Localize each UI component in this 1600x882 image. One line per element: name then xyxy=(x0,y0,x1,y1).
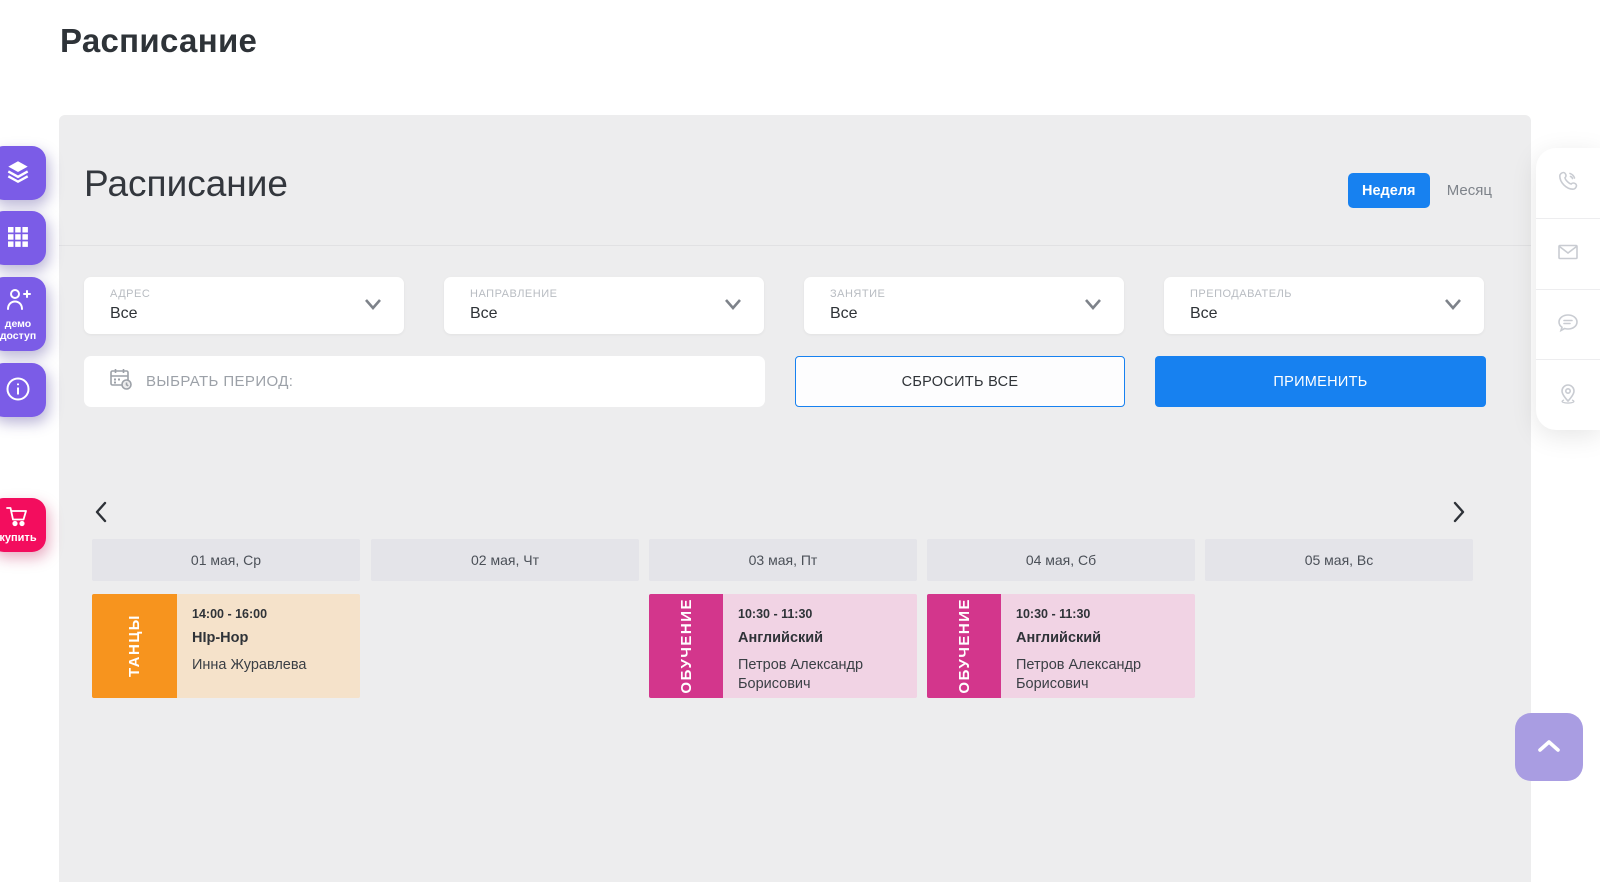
demo-access-label: демо доступ xyxy=(0,318,46,342)
demo-access-button[interactable]: демо доступ xyxy=(0,277,46,351)
period-input[interactable] xyxy=(146,373,706,390)
chat-icon xyxy=(1555,310,1581,339)
next-week-button[interactable] xyxy=(1445,498,1473,526)
event-title: Английский xyxy=(1016,630,1187,646)
event-title: HIp-Hop xyxy=(192,630,352,646)
phone-icon xyxy=(1555,168,1581,197)
filter-class[interactable]: ЗАНЯТИЕ Все xyxy=(804,277,1124,334)
card-header: Расписание Неделя Месяц xyxy=(59,115,1531,246)
apply-button[interactable]: ПРИМЕНИТЬ xyxy=(1155,356,1486,407)
period-field[interactable] xyxy=(84,356,765,407)
person-add-icon xyxy=(3,286,33,315)
chevron-down-icon xyxy=(724,297,742,316)
buy-button[interactable]: купить xyxy=(0,498,46,552)
layers-icon xyxy=(4,158,32,189)
page-title: Расписание xyxy=(60,22,257,60)
phone-contact-button[interactable] xyxy=(1536,148,1600,219)
filter-label: НАПРАВЛЕНИЕ xyxy=(470,288,557,300)
day-header: 03 мая, Пт xyxy=(649,539,917,581)
buy-label: купить xyxy=(0,532,37,544)
event-category-strip: ТАНЦЫ xyxy=(92,594,177,698)
day-header: 02 мая, Чт xyxy=(371,539,639,581)
cart-icon xyxy=(5,506,31,531)
day-header: 04 мая, Сб xyxy=(927,539,1195,581)
event-card[interactable]: ОБУЧЕНИЕ 10:30 - 11:30 Английский Петров… xyxy=(649,594,917,698)
day-header: 01 мая, Ср xyxy=(92,539,360,581)
prev-week-button[interactable] xyxy=(87,498,115,526)
filter-label: ПРЕПОДАВАТЕЛЬ xyxy=(1190,288,1292,300)
schedule-card: Расписание Неделя Месяц АДРЕС Все НАПРАВ… xyxy=(59,115,1531,882)
filter-value: Все xyxy=(110,305,138,323)
info-button[interactable] xyxy=(0,363,46,417)
filter-value: Все xyxy=(470,305,498,323)
chat-contact-button[interactable] xyxy=(1536,290,1600,361)
filter-label: ЗАНЯТИЕ xyxy=(830,288,885,300)
mail-icon xyxy=(1555,239,1581,268)
filter-address[interactable]: АДРЕС Все xyxy=(84,277,404,334)
calendar-week-view: 01 мая, Ср 02 мая, Чт 03 мая, Пт 04 мая,… xyxy=(59,456,1531,882)
event-category: ОБУЧЕНИЕ xyxy=(956,598,973,694)
event-category: ОБУЧЕНИЕ xyxy=(678,598,695,694)
chevron-up-icon xyxy=(1534,737,1564,758)
day-header: 05 мая, Вс xyxy=(1205,539,1473,581)
period-row: СБРОСИТЬ ВСЕ ПРИМЕНИТЬ xyxy=(84,356,1486,407)
filters-row: АДРЕС Все НАПРАВЛЕНИЕ Все ЗАНЯТИЕ Все xyxy=(84,277,1484,334)
filter-value: Все xyxy=(1190,305,1218,323)
event-time: 10:30 - 11:30 xyxy=(1016,607,1187,621)
filter-direction[interactable]: НАПРАВЛЕНИЕ Все xyxy=(444,277,764,334)
scroll-to-top-button[interactable] xyxy=(1515,713,1583,781)
schedule-page: Расписание Расписание Неделя Месяц АДРЕС… xyxy=(0,0,1600,882)
event-category-strip: ОБУЧЕНИЕ xyxy=(649,594,723,698)
event-body: 14:00 - 16:00 HIp-Hop Инна Журавлева xyxy=(177,594,360,698)
view-toggle: Неделя Месяц xyxy=(1348,173,1492,208)
filter-teacher[interactable]: ПРЕПОДАВАТЕЛЬ Все xyxy=(1164,277,1484,334)
month-toggle-button[interactable]: Месяц xyxy=(1447,182,1492,199)
event-card[interactable]: ОБУЧЕНИЕ 10:30 - 11:30 Английский Петров… xyxy=(927,594,1195,698)
chevron-down-icon xyxy=(1444,297,1462,316)
event-time: 14:00 - 16:00 xyxy=(192,607,352,621)
info-icon xyxy=(4,375,32,406)
reset-all-button[interactable]: СБРОСИТЬ ВСЕ xyxy=(795,356,1125,407)
event-category: ТАНЦЫ xyxy=(126,614,143,677)
event-teacher: Петров Александр Борисович xyxy=(738,656,909,694)
location-contact-button[interactable] xyxy=(1536,360,1600,430)
chevron-down-icon xyxy=(364,297,382,316)
event-teacher: Инна Журавлева xyxy=(192,656,352,675)
mail-contact-button[interactable] xyxy=(1536,219,1600,290)
event-body: 10:30 - 11:30 Английский Петров Александ… xyxy=(723,594,917,698)
event-teacher: Петров Александр Борисович xyxy=(1016,656,1187,694)
layers-button[interactable] xyxy=(0,146,46,200)
filter-label: АДРЕС xyxy=(110,288,150,300)
apps-grid-button[interactable] xyxy=(0,211,46,265)
event-time: 10:30 - 11:30 xyxy=(738,607,909,621)
contact-panel xyxy=(1536,148,1600,430)
filter-value: Все xyxy=(830,305,858,323)
location-icon xyxy=(1555,381,1581,410)
grid-icon xyxy=(5,224,31,253)
event-category-strip: ОБУЧЕНИЕ xyxy=(927,594,1001,698)
event-title: Английский xyxy=(738,630,909,646)
week-toggle-button[interactable]: Неделя xyxy=(1348,173,1430,208)
card-title: Расписание xyxy=(84,163,288,205)
chevron-down-icon xyxy=(1084,297,1102,316)
event-body: 10:30 - 11:30 Английский Петров Александ… xyxy=(1001,594,1195,698)
calendar-clock-icon xyxy=(108,366,134,397)
event-card[interactable]: ТАНЦЫ 14:00 - 16:00 HIp-Hop Инна Журавле… xyxy=(92,594,360,698)
